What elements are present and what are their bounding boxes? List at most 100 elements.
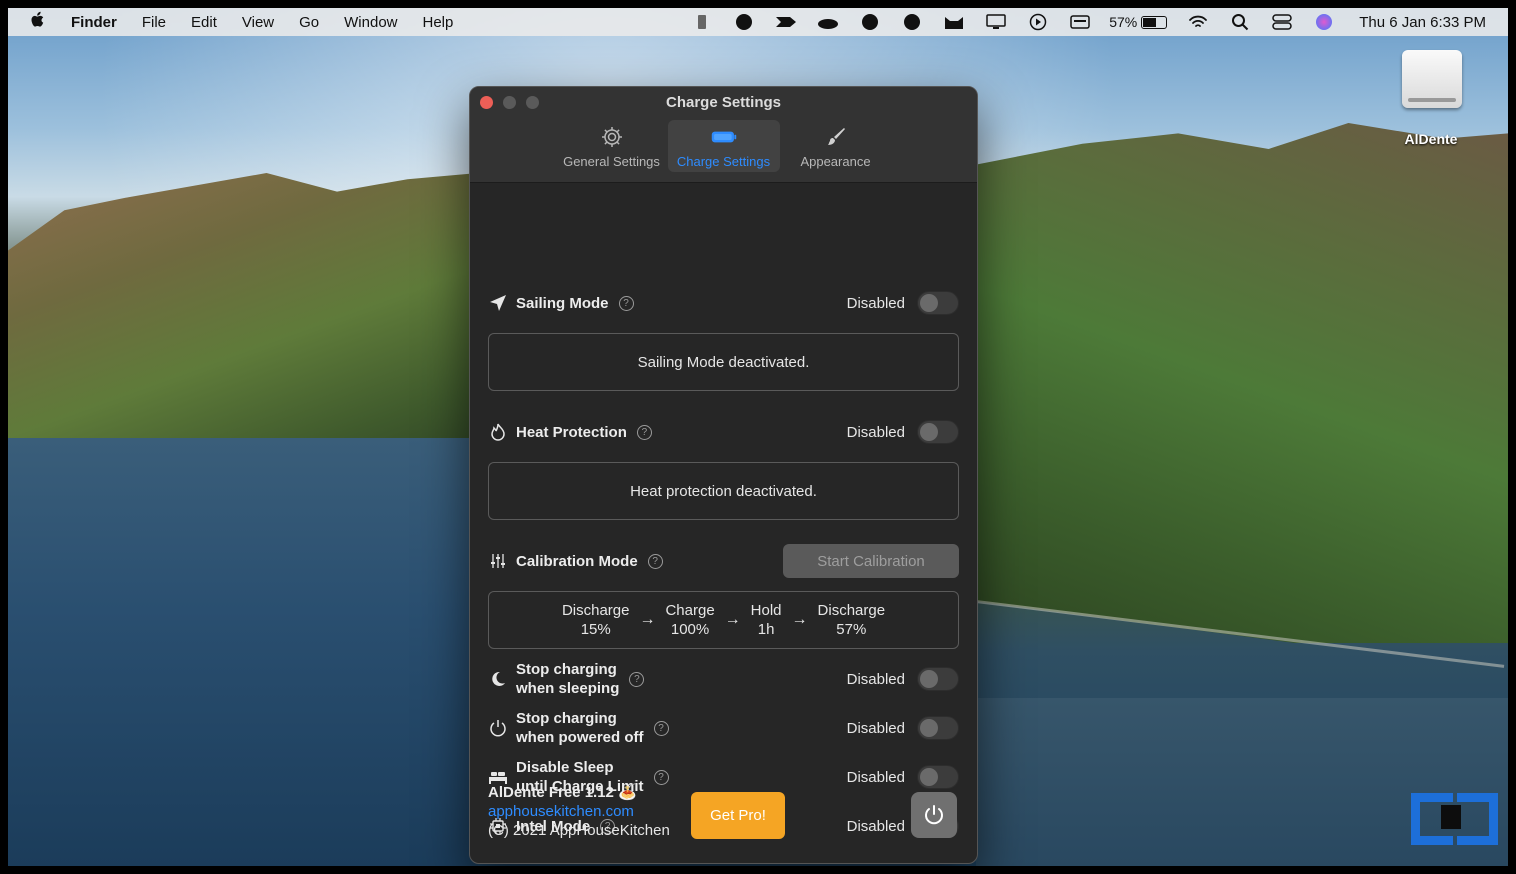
step-value: 100% <box>670 621 710 638</box>
arrow-right-icon: → <box>639 611 656 628</box>
step-name: Charge <box>665 602 715 619</box>
stop-charging-sleeping-label: Stop charging when sleeping <box>516 660 619 698</box>
battery-percent[interactable]: 57% <box>1109 14 1137 30</box>
sliders-icon <box>488 553 508 569</box>
help-icon[interactable]: ? <box>618 295 634 311</box>
calibration-mode-row: Calibration Mode ? Start Calibration <box>488 544 959 578</box>
help-icon[interactable]: ? <box>647 553 663 569</box>
power-icon <box>488 719 508 737</box>
window-titlebar: Charge Settings General Settings Charge … <box>470 87 977 183</box>
tab-appearance-label: Appearance <box>800 154 871 169</box>
tab-appearance[interactable]: Appearance <box>780 120 892 172</box>
moon-icon <box>488 671 508 687</box>
keyboard-icon[interactable] <box>1069 13 1091 31</box>
label-line: Stop charging <box>516 710 617 727</box>
calibration-step: Discharge 57% <box>818 601 886 639</box>
sailing-mode-row: Sailing Mode ? Disabled <box>488 291 959 315</box>
arrow-right-icon: → <box>791 611 808 628</box>
calibration-step: Charge 100% <box>665 601 714 639</box>
calibration-steps-box: Discharge 15% → Charge 100% → Hold 1h → … <box>488 591 959 649</box>
power-icon <box>925 805 943 825</box>
grammarly-icon[interactable] <box>859 13 881 31</box>
control-center-icon[interactable] <box>1271 13 1293 31</box>
stop-charging-sleeping-status: Disabled <box>846 670 905 688</box>
calibration-step: Discharge 15% <box>562 601 630 639</box>
settings-tabs: General Settings Charge Settings Appeara… <box>470 120 977 172</box>
step-value: 57% <box>836 621 867 638</box>
arrow-right-icon: → <box>724 611 741 628</box>
sailing-mode-label: Sailing Mode <box>516 294 609 312</box>
heat-protection-label: Heat Protection <box>516 423 627 441</box>
step-value: 1h <box>757 621 775 638</box>
sailing-mode-toggle[interactable] <box>917 291 959 315</box>
wifi-icon[interactable] <box>1187 13 1209 31</box>
battery-icon <box>711 124 737 150</box>
label-line: Disable Sleep <box>516 759 614 776</box>
heat-protection-row: Heat Protection ? Disabled <box>488 420 959 444</box>
stop-charging-sleeping-toggle[interactable] <box>917 667 959 691</box>
heat-protection-message: Heat protection deactivated. <box>630 482 817 500</box>
menu-file[interactable]: File <box>142 14 166 31</box>
stop-charging-powered-off-label: Stop charging when powered off <box>516 709 644 747</box>
cat-app-icon[interactable] <box>943 13 965 31</box>
wallpaper-hills-right <box>976 123 1508 643</box>
stop-charging-powered-off-row: Stop charging when powered off ? Disable… <box>488 709 959 747</box>
calibration-step: Hold 1h <box>751 601 782 639</box>
calibration-mode-label: Calibration Mode <box>516 552 638 570</box>
notification-icon[interactable] <box>733 13 755 31</box>
help-icon[interactable]: ? <box>653 720 669 736</box>
menu-window[interactable]: Window <box>344 14 397 31</box>
wallpaper-sea-left <box>8 438 478 866</box>
heat-protection-status: Disabled <box>846 423 905 441</box>
menu-help[interactable]: Help <box>423 14 454 31</box>
gear-icon <box>599 124 625 150</box>
tab-charge-settings[interactable]: Charge Settings <box>667 120 780 172</box>
app-status-icon[interactable] <box>775 13 797 31</box>
window-title: Charge Settings <box>665 94 782 111</box>
get-pro-button[interactable]: Get Pro! <box>691 792 785 839</box>
menu-edit[interactable]: Edit <box>191 14 217 31</box>
battery-icon[interactable] <box>1137 15 1168 29</box>
heat-protection-toggle[interactable] <box>917 420 959 444</box>
step-name: Hold <box>750 602 782 619</box>
sailing-mode-message: Sailing Mode deactivated. <box>637 353 810 371</box>
menu-view[interactable]: View <box>242 14 274 31</box>
menu-bar: Finder File Edit View Go Window Help 57%… <box>8 8 1508 36</box>
help-icon[interactable]: ? <box>636 424 652 440</box>
charge-settings-window: Charge Settings General Settings Charge … <box>469 86 978 864</box>
flame-icon <box>488 423 508 441</box>
aldente-status-icon[interactable] <box>691 13 713 31</box>
bed-icon <box>488 770 508 784</box>
start-calibration-button[interactable]: Start Calibration <box>783 544 959 578</box>
drive-icon[interactable] <box>1400 48 1464 118</box>
play-icon[interactable] <box>1027 13 1049 31</box>
display-icon[interactable] <box>985 13 1007 31</box>
stop-charging-sleeping-row: Stop charging when sleeping ? Disabled <box>488 660 959 698</box>
menu-go[interactable]: Go <box>299 14 319 31</box>
tab-charge-label: Charge Settings <box>676 154 771 169</box>
step-name: Discharge <box>817 602 886 619</box>
watermark-logo <box>1411 793 1498 845</box>
brush-icon <box>823 124 849 150</box>
label-line: when sleeping <box>516 680 620 697</box>
badge-app-icon[interactable] <box>901 13 923 31</box>
quit-power-button[interactable] <box>911 792 957 838</box>
settings-content: Sailing Mode ? Disabled Sailing Mode dea… <box>470 183 977 863</box>
heat-protection-message-box: Heat protection deactivated. <box>488 462 959 520</box>
sailing-icon <box>488 294 508 312</box>
drive-label[interactable]: AlDente <box>1396 131 1466 147</box>
menu-app-name[interactable]: Finder <box>71 14 117 31</box>
menu-clock[interactable]: Thu 6 Jan 6:33 PM <box>1359 14 1486 31</box>
tab-general-settings[interactable]: General Settings <box>556 120 668 172</box>
siri-icon[interactable] <box>1313 13 1335 31</box>
sailing-mode-status: Disabled <box>846 294 905 312</box>
help-icon[interactable]: ? <box>629 671 645 687</box>
stop-charging-powered-off-status: Disabled <box>846 719 905 737</box>
tab-general-label: General Settings <box>563 154 660 169</box>
search-icon[interactable] <box>1229 13 1251 31</box>
stop-charging-powered-off-toggle[interactable] <box>917 716 959 740</box>
cloud-icon[interactable] <box>817 13 839 31</box>
label-line: when powered off <box>516 729 644 746</box>
label-line: Stop charging <box>516 661 617 678</box>
apple-menu-icon[interactable] <box>30 11 46 33</box>
